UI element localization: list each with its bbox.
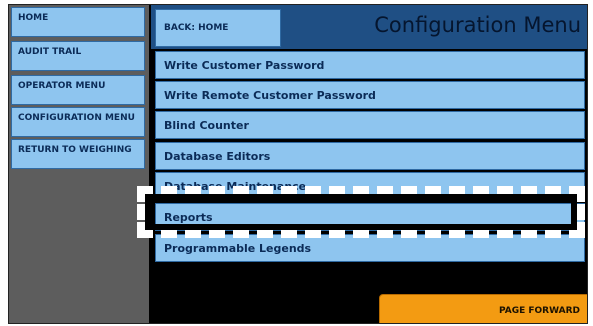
app-window: HOME AUDIT TRAIL OPERATOR MENU CONFIGURA… bbox=[8, 4, 588, 324]
sidebar-item-configuration-menu[interactable]: CONFIGURATION MENU bbox=[11, 107, 145, 137]
menu-item-blind-counter[interactable]: Blind Counter bbox=[155, 111, 585, 139]
menu-item-database-editors[interactable]: Database Editors bbox=[155, 142, 585, 170]
menu-item-write-customer-password[interactable]: Write Customer Password bbox=[155, 51, 585, 79]
sidebar-item-audit-trail[interactable]: AUDIT TRAIL bbox=[11, 41, 145, 71]
header-bar: BACK: HOME Configuration Menu bbox=[151, 5, 587, 49]
back-home-button[interactable]: BACK: HOME bbox=[155, 9, 281, 47]
selection-highlight bbox=[137, 186, 585, 238]
page-title: Configuration Menu bbox=[374, 13, 581, 37]
sidebar-item-return-to-weighing[interactable]: RETURN TO WEIGHING bbox=[11, 139, 145, 169]
page-forward-button[interactable]: PAGE FORWARD bbox=[379, 294, 587, 323]
sidebar: HOME AUDIT TRAIL OPERATOR MENU CONFIGURA… bbox=[9, 5, 149, 323]
sidebar-item-operator-menu[interactable]: OPERATOR MENU bbox=[11, 75, 145, 105]
menu-item-write-remote-customer-password[interactable]: Write Remote Customer Password bbox=[155, 81, 585, 109]
menu-item-programmable-legends[interactable]: Programmable Legends bbox=[155, 234, 585, 262]
page-forward-label: PAGE FORWARD bbox=[498, 306, 580, 316]
main-panel: BACK: HOME Configuration Menu Write Cust… bbox=[151, 5, 587, 323]
sidebar-item-home[interactable]: HOME bbox=[11, 7, 145, 37]
